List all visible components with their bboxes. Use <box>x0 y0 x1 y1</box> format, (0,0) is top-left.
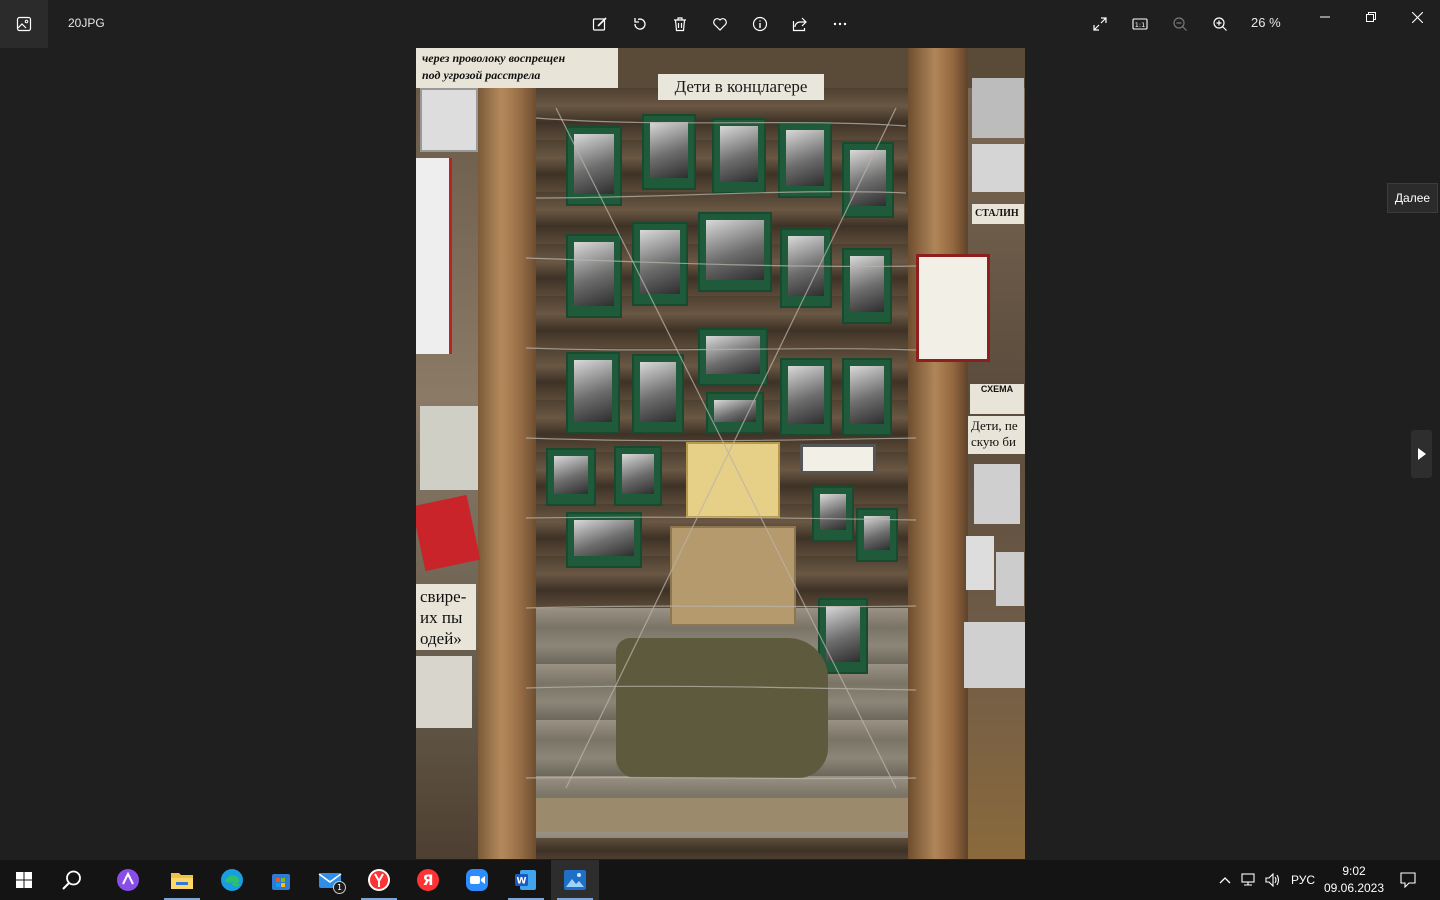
store-icon <box>272 874 290 890</box>
image-icon <box>16 16 32 32</box>
heart-icon <box>713 18 727 31</box>
alice-icon <box>117 869 139 891</box>
yandex-icon: Я <box>417 869 439 891</box>
start-button[interactable] <box>0 860 48 900</box>
maximize-button[interactable] <box>1351 6 1391 28</box>
share-icon <box>792 17 807 32</box>
taskbar-mail[interactable]: 1 <box>306 860 354 900</box>
zoom-level[interactable]: 26 % <box>1251 15 1281 30</box>
share-button[interactable] <box>788 12 812 36</box>
svg-text:1:1: 1:1 <box>1135 21 1145 29</box>
zoom-out-button[interactable] <box>1168 12 1192 36</box>
fullscreen-button[interactable] <box>1088 12 1112 36</box>
file-name: 20JPG <box>68 16 105 30</box>
minimize-button[interactable] <box>1305 6 1345 28</box>
photos-app-icon[interactable] <box>0 0 48 48</box>
expand-icon <box>1093 17 1107 31</box>
mail-badge: 1 <box>333 881 346 894</box>
edge-icon <box>221 869 243 891</box>
folder-icon <box>171 873 193 889</box>
trash-icon <box>674 17 686 32</box>
play-right-icon <box>1417 448 1426 460</box>
rotate-icon <box>634 18 646 30</box>
zoom-app-icon <box>466 869 488 891</box>
zoom-in-button[interactable] <box>1208 12 1232 36</box>
taskbar-zoom[interactable] <box>453 860 501 900</box>
yandex-browser-icon <box>368 869 390 891</box>
more-icon <box>833 22 847 26</box>
svg-text:W: W <box>517 877 527 887</box>
restore-icon <box>1366 12 1376 22</box>
speaker-icon <box>1265 873 1280 887</box>
delete-button[interactable] <box>668 12 692 36</box>
zoom-in-icon <box>1213 17 1227 31</box>
barbed-wire <box>525 107 917 789</box>
next-image-button[interactable] <box>1411 430 1432 478</box>
clock-time: 9:02 <box>1342 864 1366 878</box>
svg-text:Я: Я <box>423 873 434 889</box>
edit-button[interactable] <box>588 12 612 36</box>
taskbar-store[interactable] <box>257 860 305 900</box>
word-icon: W <box>515 870 536 890</box>
title-bar: 20JPG 1:1 26 % <box>0 0 1440 48</box>
photo-viewport[interactable]: через проволоку воспрещен под угрозой ра… <box>416 48 1025 859</box>
clock[interactable]: 9:02 09.06.2023 <box>1318 863 1390 897</box>
zoom-out-icon <box>1173 17 1187 31</box>
minimize-icon <box>1320 16 1330 18</box>
volume-tray[interactable] <box>1262 860 1284 900</box>
rotate-button[interactable] <box>628 12 652 36</box>
search-icon <box>62 870 81 890</box>
show-hidden-icons[interactable] <box>1214 860 1236 900</box>
photos-icon <box>564 870 586 890</box>
info-icon <box>752 16 768 32</box>
chevron-up-icon <box>1219 877 1231 884</box>
photos-app-window: 20JPG 1:1 26 % через проволоку воспрещен… <box>0 0 1440 900</box>
more-button[interactable] <box>828 12 852 36</box>
taskbar-word[interactable]: W <box>502 860 550 900</box>
taskbar-photos[interactable] <box>551 860 599 900</box>
taskbar-alice[interactable] <box>104 860 152 900</box>
network-icon <box>1241 873 1255 886</box>
network-tray[interactable] <box>1238 860 1260 900</box>
close-button[interactable] <box>1397 6 1437 28</box>
favorite-button[interactable] <box>708 12 732 36</box>
taskbar-yandex[interactable]: Я <box>404 860 452 900</box>
clock-date: 09.06.2023 <box>1323 881 1385 895</box>
language-indicator[interactable]: РУС <box>1288 860 1318 900</box>
windows-icon <box>16 872 32 888</box>
info-button[interactable] <box>748 12 772 36</box>
actual-size-icon: 1:1 <box>1132 18 1148 30</box>
taskbar-edge[interactable] <box>208 860 256 900</box>
taskbar-yandex-browser[interactable] <box>355 860 403 900</box>
search-button[interactable] <box>48 860 96 900</box>
notifications-button[interactable] <box>1394 860 1422 900</box>
taskbar-file-explorer[interactable] <box>158 860 206 900</box>
close-icon <box>1411 11 1423 23</box>
edit-icon <box>592 17 607 31</box>
taskbar: 1 Я W РУС 9:02 09.06.2023 <box>0 860 1440 900</box>
actual-size-button[interactable]: 1:1 <box>1128 12 1152 36</box>
next-tooltip: Далее <box>1387 183 1438 213</box>
notification-icon <box>1400 872 1416 888</box>
